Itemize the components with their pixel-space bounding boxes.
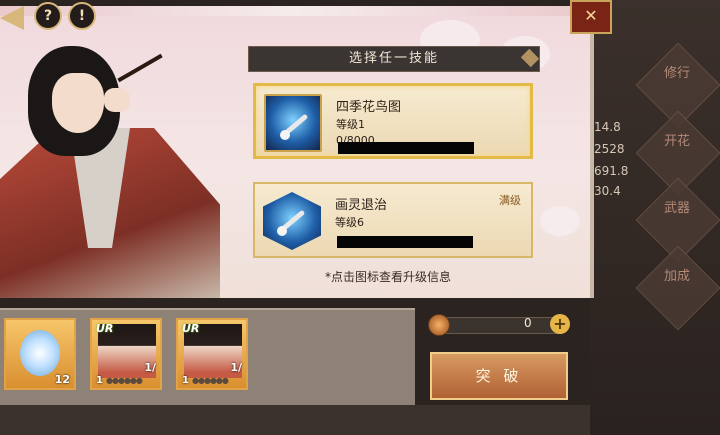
brush-tip: [280, 130, 290, 140]
rarity-badge: UR: [96, 322, 114, 335]
brush-skill-icon[interactable]: [263, 192, 321, 250]
mirror-icon: [20, 330, 60, 376]
face: [52, 73, 104, 133]
hand: [104, 88, 130, 112]
panel-header: 选择任一技能: [248, 46, 540, 72]
card-level: 1: [182, 375, 189, 386]
card-ratio: 1/: [144, 361, 156, 374]
stat-value: 14.8: [594, 120, 621, 134]
tab-cultivate[interactable]: 修行: [656, 62, 698, 81]
bottom-bar: [0, 405, 590, 435]
brush-tip: [277, 226, 287, 236]
skill-name: 四季花鸟图: [336, 100, 402, 115]
stat-value: 30.4: [594, 184, 621, 198]
stat-value: 2528: [594, 142, 625, 156]
redacted-bar: [337, 236, 473, 248]
brush-skill-icon[interactable]: [264, 94, 322, 152]
breakthrough-button[interactable]: 突 破: [430, 352, 568, 400]
help-icon[interactable]: ?: [34, 2, 62, 30]
skill-card[interactable]: 画灵退治 等级6 满级: [253, 182, 533, 258]
currency-row: 0 +: [428, 314, 570, 336]
rarity-badge: UR: [182, 322, 200, 335]
close-icon[interactable]: ✕: [570, 0, 612, 34]
stat-value: 691.8: [594, 164, 629, 178]
card-item[interactable]: UR 1/ 1 ●●●●●●: [176, 318, 248, 390]
currency-bar: [440, 317, 560, 334]
mirror-item[interactable]: 12: [4, 318, 76, 390]
alert-icon[interactable]: !: [68, 2, 96, 30]
panel-title: 选择任一技能: [348, 51, 439, 66]
skill-card[interactable]: 四季花鸟图 等级1 0/8000: [253, 83, 533, 159]
add-currency-button[interactable]: +: [550, 314, 570, 334]
card-item[interactable]: UR 1/ 1 ●●●●●●: [90, 318, 162, 390]
redacted-bar: [338, 142, 474, 154]
card-ratio: 1/: [230, 361, 242, 374]
star-dots: ●●●●●●: [192, 376, 229, 385]
petal-decoration: [540, 206, 580, 236]
hint-text: *点击图标查看升级信息: [325, 270, 452, 284]
skill-level: 等级1: [336, 118, 365, 131]
coin-icon: [428, 314, 450, 336]
currency-value: 0: [524, 316, 532, 330]
tab-weapon[interactable]: 武器: [656, 197, 698, 216]
brush-pole: [117, 53, 163, 83]
card-level: 1: [96, 375, 103, 386]
skill-level: 等级6: [335, 216, 364, 229]
skill-name: 画灵退治: [335, 198, 388, 213]
tab-bloom[interactable]: 开花: [656, 130, 698, 149]
maxed-label: 满级: [499, 194, 521, 207]
item-count: 12: [54, 373, 70, 386]
character-portrait: [0, 18, 230, 298]
star-dots: ●●●●●●: [106, 376, 143, 385]
tab-bonus[interactable]: 加成: [656, 265, 698, 284]
